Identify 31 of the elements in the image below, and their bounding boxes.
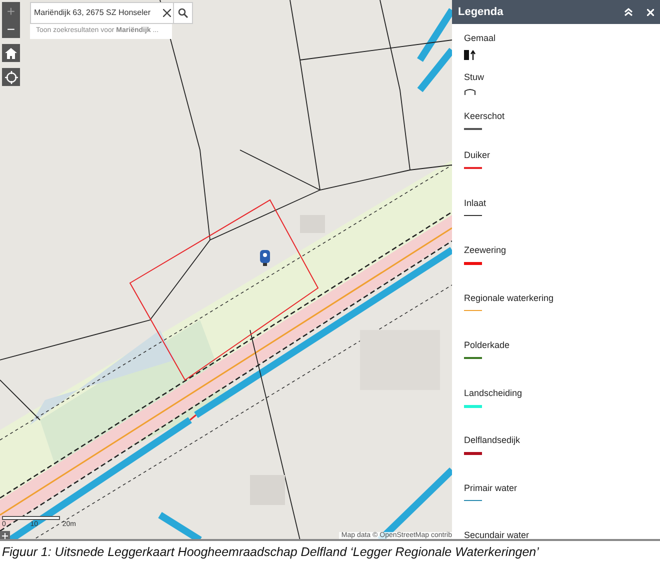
pump-icon [464,50,476,60]
legend-label: Regionale waterkering [464,294,555,302]
figure-caption: Figuur 1: Uitsnede Leggerkaart Hoogheemraadschap Delfland ‘Legger Regionale Waterkeringen’ [1,544,540,561]
search-value: Mariëndijk 63, 2675 SZ Honseler [33,7,152,19]
locate-icon [4,70,18,84]
expand-button[interactable] [0,531,10,539]
zoom-out-button[interactable]: − [2,20,20,38]
legend-label: Primair water [464,484,518,492]
legend-title: Legenda [458,4,504,20]
home-icon [5,48,17,58]
legend-label: Keerschot [464,112,506,121]
clear-icon[interactable] [163,9,171,17]
legend-label: Secundair water [464,531,530,539]
legend-label: Stuw [464,73,486,82]
home-button[interactable] [2,44,20,62]
legend-label: Polderkade [464,341,511,350]
search-icon [178,8,188,18]
legend-label: Delflandsedijk [464,436,522,445]
legend-label: Gemaal [464,34,497,43]
scale-bar [2,516,60,520]
close-icon[interactable] [647,8,654,16]
location-pin-icon [260,250,270,266]
legend-label: Landscheiding [464,388,524,398]
search-field[interactable]: Mariëndijk 63, 2675 SZ Honseler [30,2,193,24]
weir-icon [464,89,476,95]
legend-label: Zeewering [464,246,508,255]
collapse-icon[interactable] [624,8,633,16]
legend-label: Inlaat [464,198,488,208]
locate-button[interactable] [2,68,20,86]
plus-icon [2,532,8,538]
legend-label: Duiker [464,151,492,160]
